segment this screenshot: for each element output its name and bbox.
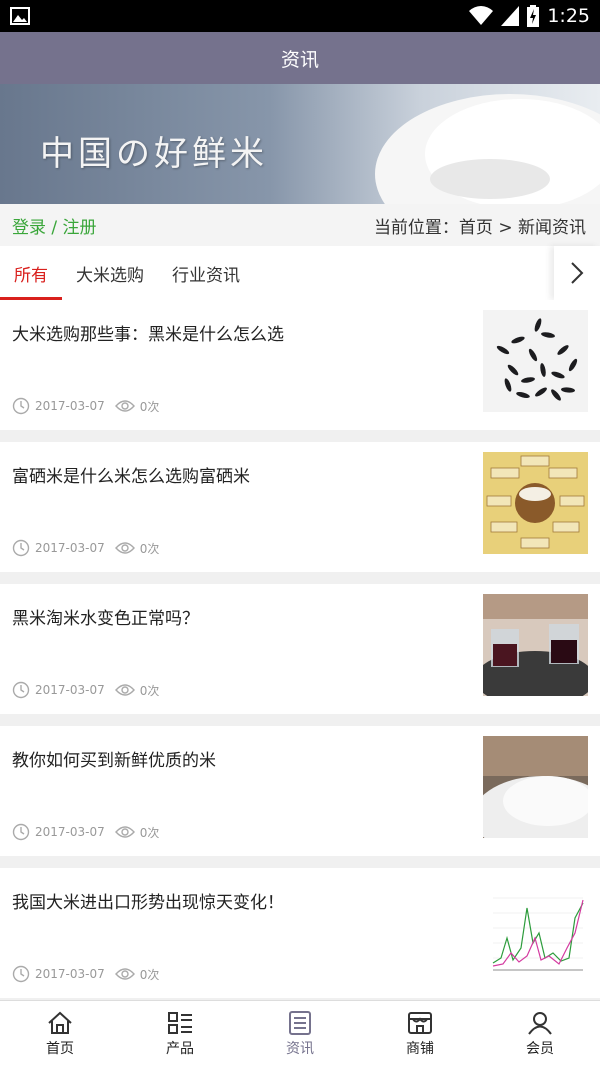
clock-icon (12, 397, 30, 415)
clock: 1:25 (547, 5, 590, 27)
breadcrumb: 当前位置：首页 > 新闻资讯 (373, 217, 586, 238)
article-meta: 2017-03-07 0次 (12, 539, 159, 557)
article-views: 0次 (139, 399, 160, 414)
article-date: 2017-03-07 (35, 541, 105, 555)
clock-icon (12, 823, 30, 841)
clock-icon (12, 681, 30, 699)
chevron-right-icon (571, 262, 584, 284)
category-tabs: 所有 大米选购 行业资讯 (0, 246, 600, 300)
list-item[interactable]: 富硒米是什么米怎么选购富硒米 2017-03-07 0次 (0, 442, 600, 572)
article-title: 教你如何买到新鲜优质的米 (12, 751, 216, 771)
article-meta: 2017-03-07 0次 (12, 965, 159, 983)
nav-member[interactable]: 会员 (480, 1001, 600, 1067)
article-title: 我国大米进出口形势出现惊天变化！ (12, 893, 284, 913)
list-item[interactable]: 我国大米进出口形势出现惊天变化！ 2017-03-07 0次 (0, 868, 600, 998)
list-icon (168, 1011, 192, 1034)
eye-icon (114, 400, 135, 412)
article-views: 0次 (139, 825, 160, 840)
banner-title: 中国の好鲜米 (40, 134, 268, 174)
list-item[interactable]: 黑米淘米水变色正常吗？ 2017-03-07 0次 (0, 584, 600, 714)
nav-label: 资讯 (286, 1040, 314, 1057)
black-rice-water-thumbnail (483, 594, 588, 696)
nav-label: 首页 (46, 1040, 74, 1057)
app-bar: 资讯 (0, 32, 600, 84)
status-bar: 1:25 (0, 0, 600, 32)
rice-trade-chart-thumbnail (483, 878, 588, 980)
article-date: 2017-03-07 (35, 399, 105, 413)
white-rice-thumbnail (483, 736, 588, 838)
login-register-link[interactable]: 登录 / 注册 (12, 213, 97, 238)
clock-icon (12, 965, 30, 983)
list-item[interactable]: 大米选购那些事：黑米是什么怎么选 2017-03-07 0次 (0, 300, 600, 430)
article-date: 2017-03-07 (35, 825, 105, 839)
clock-icon (12, 539, 30, 557)
page-title: 资讯 (280, 48, 319, 71)
article-views: 0次 (139, 967, 160, 982)
location-bar: 登录 / 注册 当前位置：首页 > 新闻资讯 (0, 204, 600, 246)
news-icon (289, 1010, 311, 1035)
article-title: 黑米淘米水变色正常吗？ (12, 609, 199, 629)
nav-label: 商铺 (406, 1040, 434, 1057)
shop-icon (408, 1011, 432, 1034)
user-icon (528, 1011, 552, 1035)
nav-products[interactable]: 产品 (120, 1001, 240, 1067)
nav-label: 产品 (166, 1040, 194, 1057)
battery-icon (527, 5, 540, 27)
black-rice-thumbnail (483, 310, 588, 412)
signal-icon (501, 6, 520, 26)
eye-icon (114, 542, 135, 554)
gallery-notification-icon (10, 7, 30, 25)
bottom-navigation: 首页 产品 资讯 商铺 会员 (0, 1000, 600, 1067)
tab-rice-buying[interactable]: 大米选购 (62, 246, 158, 300)
article-title: 大米选购那些事：黑米是什么怎么选 (12, 325, 284, 345)
list-item[interactable]: 教你如何买到新鲜优质的米 2017-03-07 0次 (0, 726, 600, 856)
article-meta: 2017-03-07 0次 (12, 681, 159, 699)
article-meta: 2017-03-07 0次 (12, 397, 159, 415)
article-views: 0次 (139, 683, 160, 698)
article-views: 0次 (139, 541, 160, 556)
rice-bowl-image (375, 94, 600, 204)
home-icon (48, 1011, 72, 1034)
tab-all[interactable]: 所有 (0, 246, 62, 300)
article-list: 大米选购那些事：黑米是什么怎么选 2017-03-07 0次 富硒米是什么米怎么… (0, 300, 600, 998)
eye-icon (114, 826, 135, 838)
nav-label: 会员 (526, 1040, 554, 1057)
article-meta: 2017-03-07 0次 (12, 823, 159, 841)
article-date: 2017-03-07 (35, 683, 105, 697)
eye-icon (114, 684, 135, 696)
eye-icon (114, 968, 135, 980)
nav-news[interactable]: 资讯 (240, 1001, 360, 1067)
nav-shop[interactable]: 商铺 (360, 1001, 480, 1067)
article-title: 富硒米是什么米怎么选购富硒米 (12, 467, 250, 487)
tab-industry-news[interactable]: 行业资讯 (158, 246, 254, 300)
tabs-more-button[interactable] (554, 246, 600, 300)
nav-home[interactable]: 首页 (0, 1001, 120, 1067)
wifi-icon (469, 6, 494, 26)
banner[interactable]: 中国の好鲜米 (0, 84, 600, 204)
article-date: 2017-03-07 (35, 967, 105, 981)
selenium-rice-thumbnail (483, 452, 588, 554)
